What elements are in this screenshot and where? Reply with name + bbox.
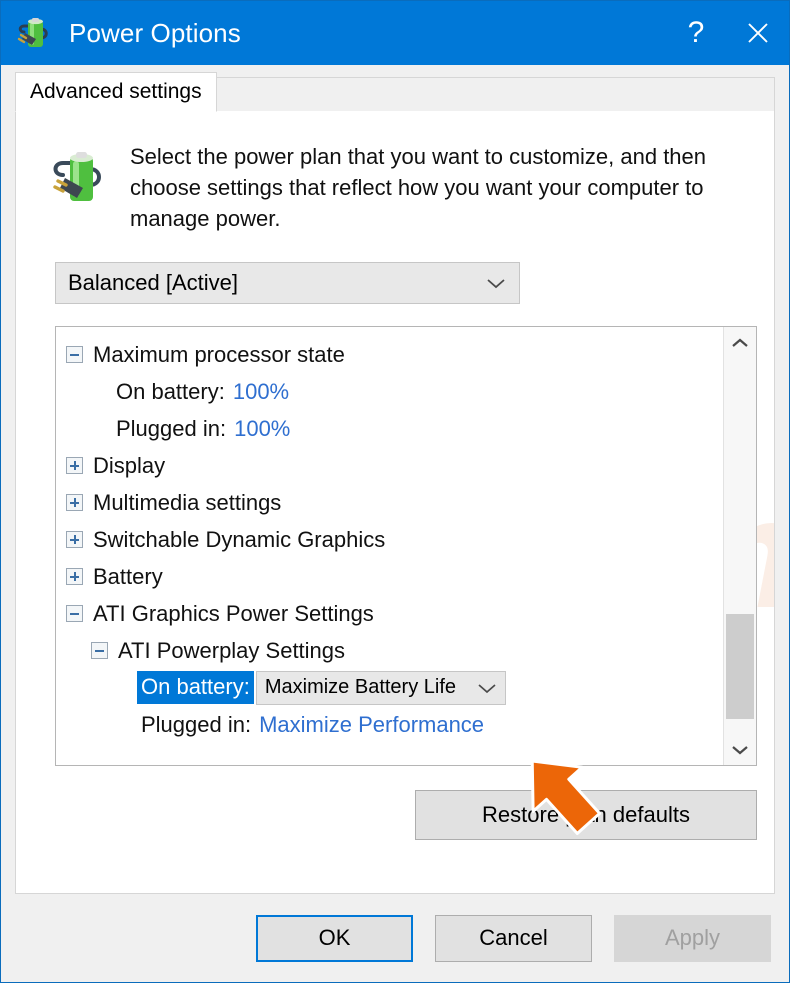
scroll-up-button[interactable] (724, 327, 756, 359)
tree-item-label: ATI Powerplay Settings (118, 637, 346, 663)
tree-item-value[interactable]: Maximize Performance (259, 712, 484, 738)
power-plan-select[interactable]: Balanced [Active] (55, 262, 520, 304)
tree-row[interactable]: Switchable Dynamic Graphics (56, 521, 723, 558)
tree-row[interactable]: On battery: 100% (56, 373, 723, 410)
description-text: Select the power plan that you want to c… (130, 144, 707, 231)
tree-item-label: ATI Graphics Power Settings (93, 600, 374, 626)
chevron-down-icon (485, 263, 507, 303)
close-button[interactable] (727, 1, 789, 65)
power-options-window: Power Options ? Advanced settings PC ris… (0, 0, 790, 983)
tree-row-selected[interactable]: On battery: Maximize Battery Life (56, 669, 723, 706)
tree-row[interactable]: Battery (56, 558, 723, 595)
apply-button: Apply (614, 914, 771, 962)
expand-plus-icon[interactable] (66, 494, 83, 511)
collapse-minus-icon[interactable] (66, 346, 83, 363)
tree-row[interactable]: ATI Powerplay Settings (56, 632, 723, 669)
tree-item-label: Display (93, 452, 166, 478)
window-title: Power Options (69, 17, 241, 48)
cancel-button[interactable]: Cancel (435, 914, 592, 962)
tree-row[interactable]: Display (56, 447, 723, 484)
expand-plus-icon[interactable] (66, 531, 83, 548)
tree-row[interactable]: Multimedia settings (56, 484, 723, 521)
chevron-down-icon (477, 672, 497, 704)
tree-item-label: Maximum processor state (93, 341, 345, 367)
battery-plug-icon (50, 147, 110, 211)
scrollbar-thumb[interactable] (726, 614, 754, 719)
expand-plus-icon[interactable] (66, 568, 83, 585)
chevron-up-icon (732, 338, 748, 347)
power-plan-value: Balanced [Active] (68, 270, 238, 295)
restore-row: Restore plan defaults (55, 790, 757, 840)
tree-item-label: Multimedia settings (93, 489, 282, 515)
tab-label: Advanced settings (30, 80, 202, 103)
tree-row[interactable]: Maximum processor state (56, 336, 723, 373)
tree-item-label: Switchable Dynamic Graphics (93, 526, 386, 552)
tree-row[interactable]: ATI Graphics Power Settings (56, 595, 723, 632)
expand-plus-icon[interactable] (66, 457, 83, 474)
ok-button[interactable]: OK (256, 914, 413, 962)
tree-row[interactable]: Plugged in: 100% (56, 410, 723, 447)
panel-inner: Select the power plan that you want to c… (16, 111, 774, 840)
tree-item-value[interactable]: 100% (234, 416, 290, 442)
scroll-down-button[interactable] (724, 733, 756, 765)
collapse-minus-icon[interactable] (66, 605, 83, 622)
ati-on-battery-value: Maximize Battery Life (264, 676, 457, 698)
ati-on-battery-select[interactable]: Maximize Battery Life (255, 670, 506, 705)
tree-item-label: Plugged in: (116, 415, 227, 441)
description-block: Select the power plan that you want to c… (50, 141, 740, 234)
tree-row[interactable]: Plugged in: Maximize Performance (56, 706, 723, 743)
collapse-minus-icon[interactable] (91, 642, 108, 659)
dialog-footer: OK Cancel Apply (1, 894, 789, 982)
restore-plan-defaults-button[interactable]: Restore plan defaults (415, 790, 757, 840)
scrollbar-track[interactable] (724, 359, 756, 733)
tree-item-label-selected: On battery: (137, 671, 254, 704)
advanced-settings-tree[interactable]: Maximum processor state On battery: 100%… (55, 326, 757, 766)
tree-item-label: On battery: (116, 378, 225, 404)
tree-item-label: Plugged in: (141, 711, 252, 737)
tree-items: Maximum processor state On battery: 100%… (56, 327, 723, 765)
title-bar: Power Options ? (1, 1, 789, 65)
tree-item-label: Battery (93, 563, 163, 589)
close-icon (748, 23, 768, 43)
tab-strip: Advanced settings (1, 65, 789, 112)
tree-item-value[interactable]: 100% (233, 379, 289, 405)
tab-content-panel: PC risk.com (15, 111, 775, 894)
tab-advanced-settings[interactable]: Advanced settings (15, 72, 217, 112)
chevron-down-icon (732, 745, 748, 754)
help-button[interactable]: ? (665, 1, 727, 65)
tree-vertical-scrollbar[interactable] (723, 327, 756, 765)
battery-plug-icon (15, 13, 55, 53)
